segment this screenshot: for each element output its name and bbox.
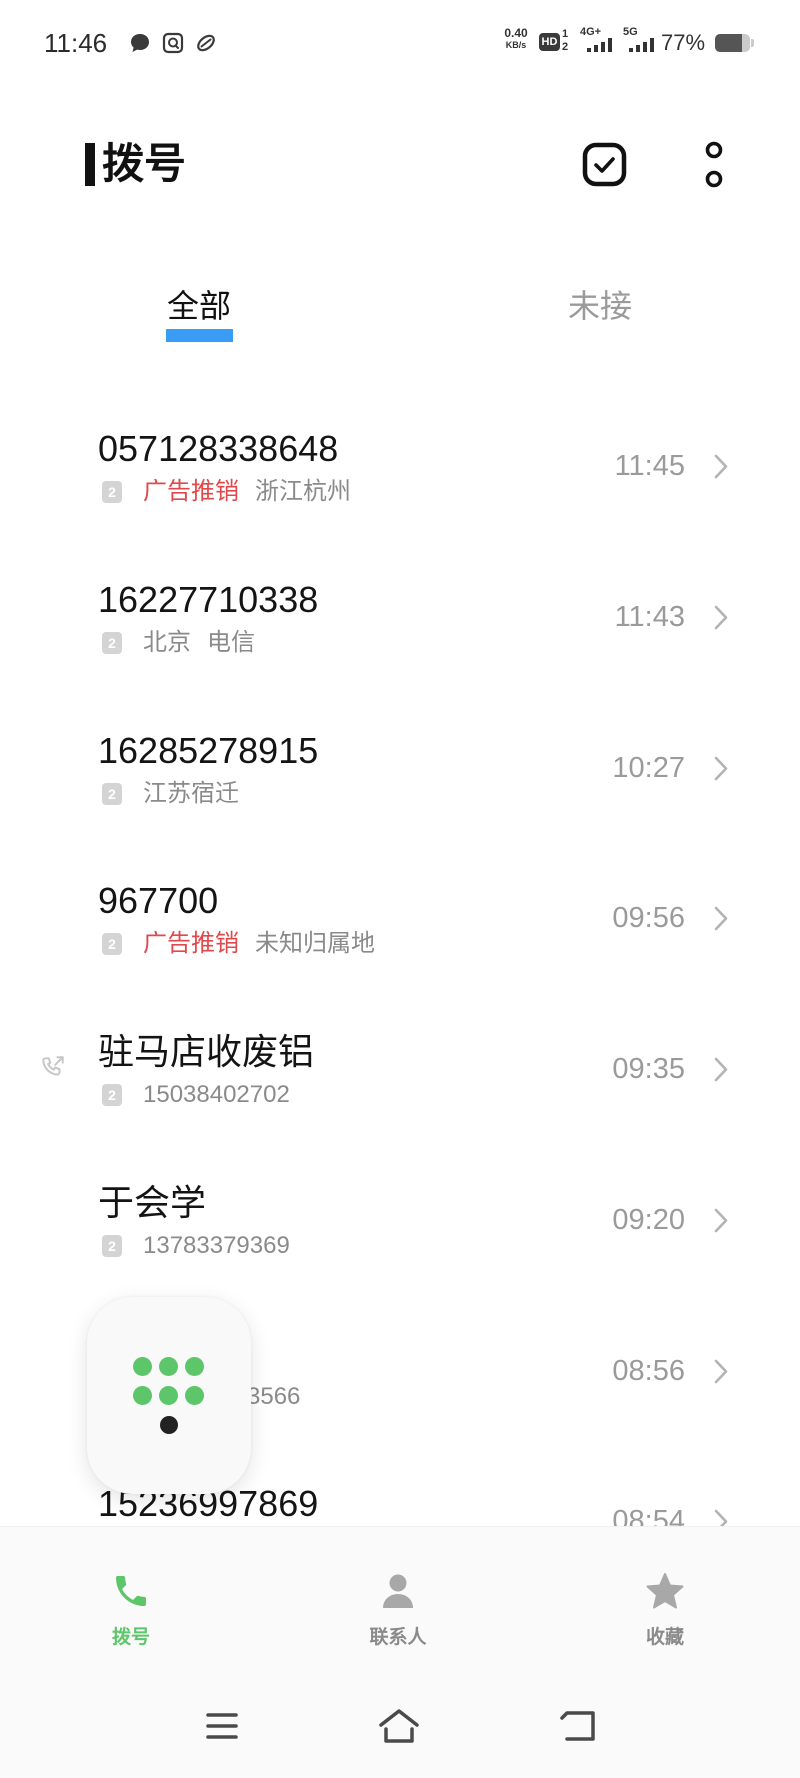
chevron-right-icon[interactable] <box>711 604 731 631</box>
chat-bubble-icon <box>129 32 151 54</box>
sim2-signal-icon <box>629 38 655 52</box>
dialpad-icon <box>133 1386 152 1405</box>
sim-card-badge: 2 <box>102 782 122 805</box>
call-location: 未知归属地 <box>255 930 375 958</box>
menu-icon[interactable] <box>205 1711 239 1741</box>
sim1-signal-icon <box>587 38 613 52</box>
call-log-row[interactable]: 驻马店收废铝 2 15038402702 09:35 <box>0 999 800 1150</box>
sim-card-badge: 2 <box>102 481 122 503</box>
call-time: 08:56 <box>612 1354 685 1387</box>
title-accent-bar <box>85 143 95 186</box>
dialpad-icon <box>160 1416 178 1434</box>
nav-item-contacts[interactable]: 联系人 <box>328 1527 468 1667</box>
check-square-icon[interactable] <box>582 142 627 187</box>
more-vertical-icon[interactable] <box>700 139 728 189</box>
phone-icon <box>111 1571 151 1611</box>
dialpad-icon <box>159 1357 178 1376</box>
tab-all[interactable]: 全部 <box>139 286 259 326</box>
sim2-network-type: 5G <box>623 26 638 38</box>
nav-item-dialer[interactable]: 拨号 <box>61 1527 201 1667</box>
hd-sim-top: 1 <box>562 28 569 40</box>
status-bar: 11:46 0.40 KB/s HD 1 2 4G+ 5G 77% <box>0 0 800 80</box>
call-number: 16285278915 <box>98 729 319 771</box>
person-icon <box>378 1571 418 1611</box>
call-details: 2 北京 电信 <box>102 628 271 656</box>
nav-label: 收藏 <box>645 1627 684 1648</box>
call-details: 2 广告推销 浙江杭州 <box>102 479 367 505</box>
sim-card-badge: 2 <box>102 631 122 654</box>
call-time: 09:20 <box>612 1203 685 1236</box>
chevron-right-icon[interactable] <box>711 905 731 932</box>
call-number: 057128338648 <box>98 428 339 469</box>
network-speed-unit: KB/s <box>505 40 527 50</box>
call-log-row[interactable]: 16285278915 2 江苏宿迁 10:27 <box>0 698 800 849</box>
sim-card-badge: 2 <box>102 1234 122 1257</box>
contact-name: 驻马店收废铝 <box>98 1031 315 1072</box>
spam-tag: 广告推销 <box>143 478 239 505</box>
battery-nub <box>751 39 754 47</box>
chevron-right-icon[interactable] <box>711 1056 731 1083</box>
link-icon <box>195 32 217 54</box>
call-number: 16227710338 <box>98 578 319 620</box>
status-time: 11:46 <box>44 28 108 58</box>
call-time: 11:43 <box>614 600 685 633</box>
chevron-right-icon[interactable] <box>711 453 731 480</box>
call-time: 09:56 <box>612 902 685 935</box>
outgoing-call-icon <box>40 1054 66 1080</box>
sim1-network-type: 4G+ <box>580 26 602 38</box>
call-time: 11:45 <box>614 450 685 482</box>
tab-missed[interactable]: 未接 <box>540 286 660 326</box>
battery-icon <box>715 34 750 52</box>
call-log-row[interactable]: 16227710338 2 北京 电信 11:43 <box>0 547 800 698</box>
chevron-right-icon[interactable] <box>711 755 731 782</box>
page-title: 拨号 <box>102 140 187 187</box>
dialpad-icon <box>159 1386 178 1405</box>
network-speed-value: 0.40 <box>504 26 528 40</box>
call-number: 13783379369 <box>143 1231 290 1259</box>
call-location: 浙江杭州 <box>255 478 351 505</box>
battery-percent: 77% <box>661 30 706 55</box>
chevron-right-icon[interactable] <box>711 1207 731 1234</box>
chevron-right-icon[interactable] <box>711 1358 731 1385</box>
hd-voice-badge: HD <box>539 33 560 51</box>
call-number: 967700 <box>98 880 219 922</box>
network-speed: 0.40 KB/s <box>498 27 534 51</box>
call-time: 09:35 <box>612 1053 685 1085</box>
call-location: 北京 <box>143 628 191 656</box>
call-details: 2 13783379369 <box>102 1231 306 1259</box>
call-log-row[interactable]: 967700 2 广告推销 未知归属地 09:56 <box>0 848 800 999</box>
home-icon[interactable] <box>378 1707 420 1745</box>
star-icon <box>645 1571 685 1611</box>
call-time: 08:54 <box>612 1505 685 1526</box>
call-number: 15038402702 <box>143 1081 290 1108</box>
call-carrier: 电信 <box>207 628 255 656</box>
nav-label: 联系人 <box>369 1627 427 1648</box>
nav-item-favorites[interactable]: 收藏 <box>595 1527 735 1667</box>
hd-sim-bottom: 2 <box>562 41 569 53</box>
tab-indicator <box>166 329 233 342</box>
call-time: 10:27 <box>612 751 685 784</box>
call-details: 3566 <box>247 1382 316 1410</box>
app-notification-icon <box>162 32 184 54</box>
call-log-row[interactable]: 057128338648 2 广告推销 浙江杭州 11:45 <box>0 396 800 547</box>
call-details: 2 广告推销 未知归属地 <box>102 931 391 957</box>
dialpad-icon <box>185 1357 204 1376</box>
back-icon[interactable] <box>559 1709 597 1743</box>
contact-name: 于会学 <box>98 1181 207 1223</box>
dialpad-icon <box>133 1357 152 1376</box>
nav-label: 拨号 <box>111 1627 150 1648</box>
chevron-right-icon[interactable] <box>711 1508 731 1526</box>
dialpad-icon <box>185 1386 204 1405</box>
sim-card-badge: 2 <box>102 933 122 956</box>
call-details: 2 15038402702 <box>102 1082 306 1108</box>
sim-card-badge: 2 <box>102 1084 122 1106</box>
call-location: 江苏宿迁 <box>143 779 239 807</box>
spam-tag: 广告推销 <box>143 930 239 958</box>
call-number-partial: 3566 <box>247 1382 301 1410</box>
battery-fill <box>715 34 742 52</box>
dialpad-button[interactable] <box>87 1297 251 1494</box>
call-log-row[interactable]: 于会学 2 13783379369 09:20 <box>0 1150 800 1301</box>
call-details: 2 江苏宿迁 <box>102 779 255 807</box>
